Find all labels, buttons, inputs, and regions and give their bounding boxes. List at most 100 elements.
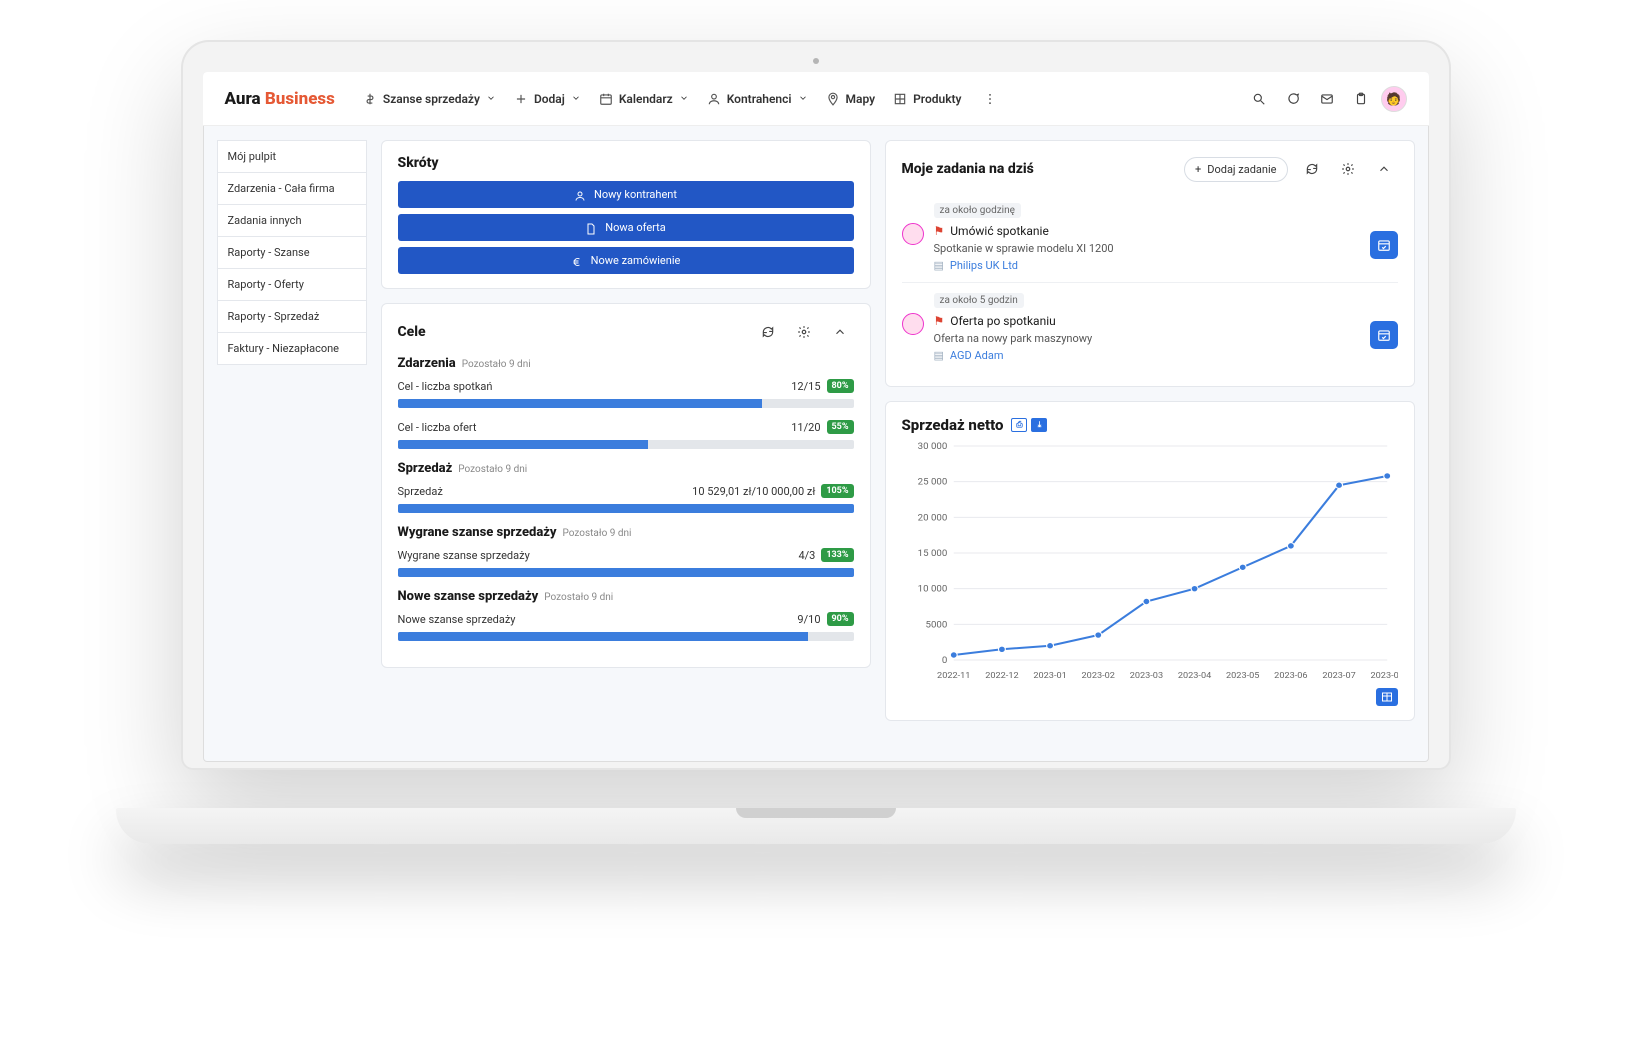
shortcut-label: Nowe zamówienie (591, 254, 681, 267)
chart-export-icon[interactable]: ⤓ (1031, 418, 1047, 432)
collapse-icon[interactable] (1370, 155, 1398, 183)
pin-icon (826, 92, 840, 106)
nav-label: Kontrahenci (727, 92, 792, 106)
camera-dot (813, 58, 819, 64)
chart-point (1094, 632, 1101, 638)
gear-icon[interactable] (1334, 155, 1362, 183)
sidebar-item-4[interactable]: Raporty - Oferty (217, 269, 367, 301)
logo-part1: Aura (225, 89, 261, 109)
goal-value: 10 529,01 zł/10 000,00 zł (692, 485, 815, 498)
sidebar-item-6[interactable]: Faktury - Niezapłacone (217, 333, 367, 365)
chart-xtick: 2023-04 (1177, 671, 1210, 681)
goal-row: Sprzedaż 10 529,01 zł/10 000,00 zł 105% (398, 484, 854, 513)
nav-more-icon[interactable] (976, 85, 1004, 113)
goal-name: Cel - liczba spotkań (398, 380, 792, 393)
task-schedule-button[interactable] (1370, 321, 1398, 349)
nav-produkty[interactable]: Produkty (885, 86, 969, 112)
plus-icon (514, 92, 528, 106)
goal-name: Sprzedaż (398, 485, 693, 498)
mail-icon[interactable] (1313, 85, 1341, 113)
shortcuts-title: Skróty (398, 155, 854, 171)
nav-label: Kalendarz (619, 92, 673, 106)
collapse-icon[interactable] (826, 318, 854, 346)
sidebar-item-3[interactable]: Raporty - Szanse (217, 237, 367, 269)
nav-kontrahenci[interactable]: Kontrahenci (699, 86, 816, 112)
chart-print-icon[interactable]: ⎙ (1011, 418, 1027, 432)
flag-icon: ⚑ (934, 224, 945, 238)
chevron-down-icon (798, 92, 808, 106)
nav-dodaj[interactable]: Dodaj (506, 86, 589, 112)
nav-label: Mapy (846, 92, 876, 106)
chart-xtick: 2023-07 (1322, 671, 1355, 681)
chart-ytick: 5000 (925, 620, 947, 631)
add-task-label: Dodaj zadanie (1207, 163, 1276, 176)
chart-xtick: 2023-01 (1033, 671, 1066, 681)
task-title: Umówić spotkanie (950, 224, 1049, 238)
nav-szanse-sprzeda-y[interactable]: Szanse sprzedaży (355, 86, 504, 112)
sidebar-item-2[interactable]: Zadania innych (217, 205, 367, 237)
task-avatar (902, 313, 924, 335)
goal-progress-bar (398, 399, 854, 408)
chart-xtick: 2023-03 (1129, 671, 1162, 681)
chart-title: Sprzedaż netto (902, 416, 1004, 434)
file-icon (585, 222, 597, 234)
top-navbar: Aura Business Szanse sprzedaży Dodaj Kal… (203, 72, 1429, 126)
task-company-link[interactable]: ▤Philips UK Ltd (934, 259, 1360, 272)
nav-label: Produkty (913, 92, 961, 106)
sidebar-item-1[interactable]: Zdarzenia - Cała firma (217, 173, 367, 205)
clipboard-icon[interactable] (1347, 85, 1375, 113)
chart-xtick: 2023-05 (1226, 671, 1259, 681)
refresh-icon[interactable] (1298, 155, 1326, 183)
task-row: za około godzinę ⚑Umówić spotkanie Spotk… (902, 193, 1398, 282)
chevron-down-icon (571, 92, 581, 106)
goal-name: Wygrane szanse sprzedaży (398, 549, 799, 562)
goal-row: Wygrane szanse sprzedaży 4/3 133% (398, 548, 854, 577)
plus-icon: + (1195, 163, 1201, 176)
chart-point (1287, 543, 1294, 549)
nav-kalendarz[interactable]: Kalendarz (591, 86, 697, 112)
shortcut-0[interactable]: Nowy kontrahent (398, 181, 854, 208)
chart-xtick: 2023-08 (1370, 671, 1397, 681)
goal-pct-badge: 105% (821, 484, 853, 498)
goal-name: Cel - liczba ofert (398, 421, 792, 434)
refresh-icon[interactable] (754, 318, 782, 346)
flag-icon: ⚑ (934, 314, 945, 328)
goal-pct-badge: 133% (821, 548, 853, 562)
chart-ytick: 0 (941, 655, 946, 666)
gear-icon[interactable] (790, 318, 818, 346)
building-icon: ▤ (934, 259, 944, 272)
chart-xtick: 2022-11 (937, 671, 970, 681)
add-task-button[interactable]: + Dodaj zadanie (1184, 157, 1288, 182)
goal-section-sub: Pozostało 9 dni (563, 528, 632, 539)
user-avatar[interactable]: 🧑 (1381, 86, 1407, 112)
shortcut-2[interactable]: Nowe zamówienie (398, 247, 854, 274)
chart-point (1383, 473, 1390, 479)
nav-mapy[interactable]: Mapy (818, 86, 884, 112)
shortcut-1[interactable]: Nowa oferta (398, 214, 854, 241)
shortcuts-card: Skróty Nowy kontrahent Nowa oferta Nowe za… (381, 140, 871, 289)
chart-ytick: 10 000 (917, 584, 947, 595)
task-row: za około 5 godzin ⚑Oferta po spotkaniu O… (902, 282, 1398, 372)
goal-section-heading: ZdarzeniaPozostało 9 dni (398, 356, 854, 371)
chart-xtick: 2023-06 (1274, 671, 1307, 681)
goal-section-sub: Pozostało 9 dni (462, 359, 531, 370)
goal-value: 12/15 (791, 380, 820, 393)
euro-icon (571, 255, 583, 267)
goal-value: 4/3 (798, 549, 815, 562)
chart-table-icon[interactable] (1376, 688, 1398, 706)
chart-point (998, 646, 1005, 652)
goal-pct-badge: 55% (827, 420, 854, 434)
chart-ytick: 30 000 (917, 441, 947, 452)
task-schedule-button[interactable] (1370, 231, 1398, 259)
search-icon[interactable] (1245, 85, 1273, 113)
goal-section-sub: Pozostało 9 dni (458, 464, 527, 475)
sales-line-chart: 0500010 00015 00020 00025 00030 0002022-… (902, 438, 1398, 688)
dollar-icon (363, 92, 377, 106)
sidebar-item-0[interactable]: Mój pulpit (217, 140, 367, 173)
task-company-link[interactable]: ▤AGD Adam (934, 349, 1360, 362)
chart-point (1046, 643, 1053, 649)
chat-icon[interactable] (1279, 85, 1307, 113)
chevron-down-icon (679, 92, 689, 106)
sidebar-item-5[interactable]: Raporty - Sprzedaż (217, 301, 367, 333)
goal-progress-bar (398, 568, 854, 577)
